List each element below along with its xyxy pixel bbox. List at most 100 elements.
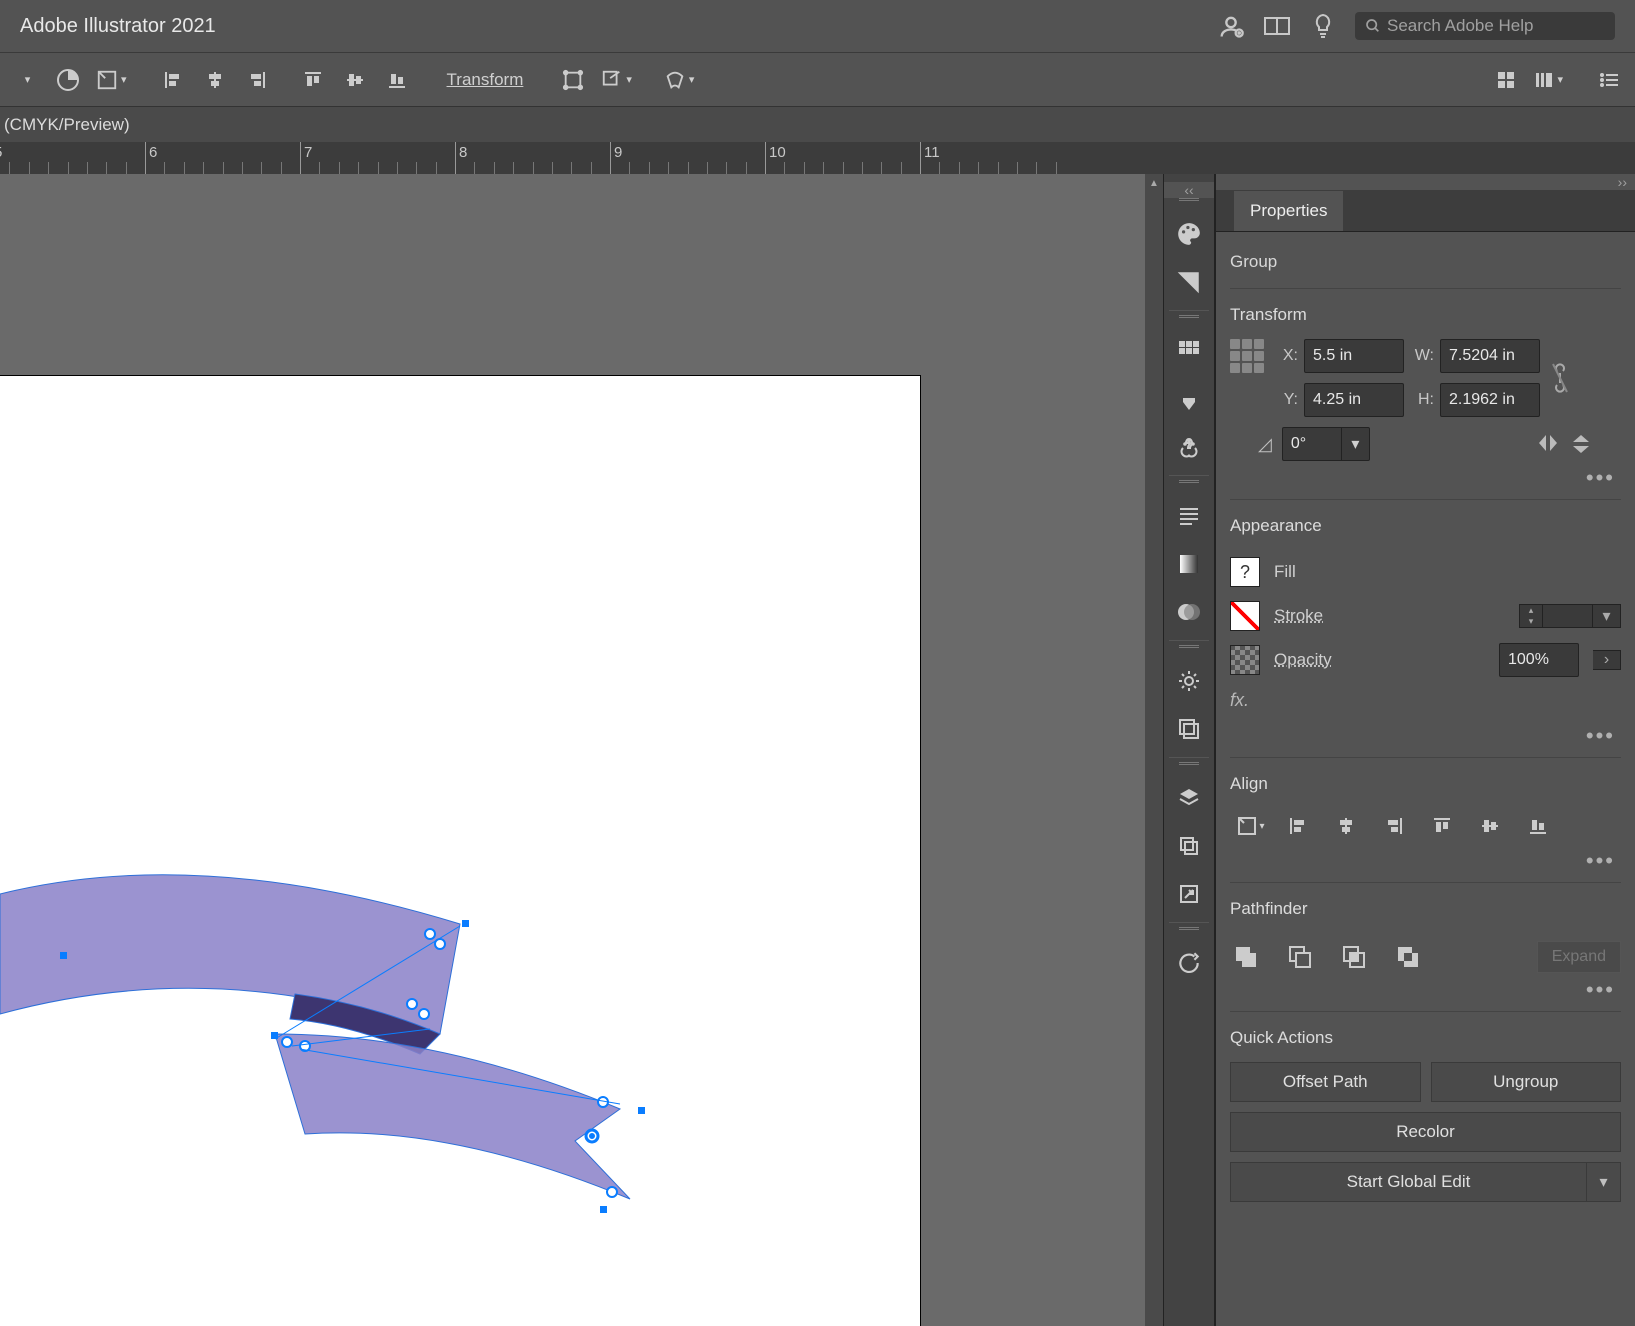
exclude-icon[interactable] [1392, 941, 1424, 973]
transform-section-title: Transform [1230, 305, 1621, 325]
appearance-sun-icon[interactable] [1165, 657, 1213, 705]
align-more[interactable]: ••• [1230, 844, 1621, 878]
mask-icon[interactable]: ▾ [660, 62, 699, 98]
export-icon[interactable] [1165, 870, 1213, 918]
align-hcenter-icon[interactable] [197, 62, 233, 98]
align-to-icon[interactable]: ▾ [1230, 808, 1270, 844]
workspace-switcher-icon[interactable]: ▾ [1530, 62, 1567, 98]
dock-drag-grip[interactable] [1174, 645, 1204, 651]
x-input[interactable]: 5.5 in [1304, 339, 1404, 373]
align-right-icon[interactable] [239, 62, 275, 98]
global-edit-button[interactable]: Start Global Edit [1230, 1162, 1587, 1202]
dropdown-left[interactable]: ▾ [8, 62, 44, 98]
dock-drag-grip[interactable] [1174, 927, 1204, 933]
selection-type: Group [1230, 246, 1621, 284]
align-section-title: Align [1230, 774, 1621, 794]
align-left-icon[interactable] [155, 62, 191, 98]
reference-point[interactable] [1230, 339, 1264, 373]
w-input[interactable]: 7.5204 in [1440, 339, 1540, 373]
align-vcenter-icon[interactable] [337, 62, 373, 98]
align-vcenter-btn[interactable] [1470, 808, 1510, 844]
artboards-icon[interactable] [1165, 822, 1213, 870]
angle-icon: ◿ [1258, 434, 1272, 455]
appearance-more[interactable]: ••• [1230, 719, 1621, 753]
opacity-label[interactable]: Opacity [1274, 650, 1332, 670]
symbols-icon[interactable] [1165, 423, 1213, 471]
dock-drag-grip[interactable] [1174, 198, 1204, 204]
dock-drag-grip[interactable] [1174, 762, 1204, 768]
search-help[interactable]: Search Adobe Help [1355, 12, 1615, 40]
stroke-weight-input[interactable] [1543, 604, 1593, 628]
pathfinder-more[interactable]: ••• [1230, 973, 1621, 1007]
align-bottom-btn[interactable] [1518, 808, 1558, 844]
layers-icon[interactable] [1165, 774, 1213, 822]
align-right-btn[interactable] [1374, 808, 1414, 844]
brushes-icon[interactable] [1165, 375, 1213, 423]
align-bottom-icon[interactable] [379, 62, 415, 98]
canvas-area[interactable]: ▲ [0, 174, 1163, 1326]
h-input[interactable]: 2.1962 in [1440, 383, 1540, 417]
menu-icon[interactable] [1591, 62, 1627, 98]
angle-input[interactable]: 0° [1282, 427, 1342, 461]
horizontal-ruler[interactable]: // placeholder; ruler drawn after data l… [0, 142, 1635, 174]
paragraph-icon[interactable] [1165, 492, 1213, 540]
stroke-weight-dropdown[interactable]: ▾ [1593, 604, 1621, 628]
graphic-styles-icon[interactable] [1165, 705, 1213, 753]
gradient-icon[interactable] [1165, 540, 1213, 588]
doc-setup-icon[interactable]: ▾ [92, 62, 131, 98]
stroke-stepper[interactable]: ▴▾ [1519, 604, 1543, 628]
flip-vertical-icon[interactable] [1571, 433, 1591, 455]
align-hcenter-btn[interactable] [1326, 808, 1366, 844]
transform-more[interactable]: ••• [1230, 461, 1621, 495]
isolate-group-icon[interactable] [555, 62, 591, 98]
panel-collapse[interactable]: ›› [1216, 174, 1635, 190]
stroke-swatch[interactable] [1230, 601, 1260, 631]
grid-icon[interactable] [1165, 327, 1213, 375]
offset-path-button[interactable]: Offset Path [1230, 1062, 1421, 1102]
palette-icon[interactable] [1165, 210, 1213, 258]
constrain-proportions-icon[interactable] [1550, 361, 1570, 395]
opacity-popup[interactable]: › [1593, 650, 1621, 670]
document-tab-bar: (CMYK/Preview) [0, 106, 1635, 142]
swatches-panel-icon[interactable] [1165, 258, 1213, 306]
h-label: H: [1404, 391, 1440, 409]
flip-horizontal-icon[interactable] [1537, 433, 1559, 455]
fill-swatch[interactable]: ? [1230, 557, 1260, 587]
dock-drag-grip[interactable] [1174, 480, 1204, 486]
lightbulb-icon[interactable] [1309, 12, 1337, 40]
align-top-icon[interactable] [295, 62, 331, 98]
y-label: Y: [1274, 391, 1304, 409]
control-bar: ▾ ▾ Transform ▾ ▾ ▾ [0, 52, 1635, 106]
recolor-art-icon[interactable] [50, 62, 86, 98]
unite-icon[interactable] [1230, 941, 1262, 973]
align-left-btn[interactable] [1278, 808, 1318, 844]
ungroup-button[interactable]: Ungroup [1431, 1062, 1622, 1102]
edit-contents-icon[interactable]: ▾ [597, 62, 636, 98]
minus-front-icon[interactable] [1284, 941, 1316, 973]
y-input[interactable]: 4.25 in [1304, 383, 1404, 417]
x-label: X: [1274, 347, 1304, 365]
stroke-label[interactable]: Stroke [1274, 606, 1323, 626]
vertical-scrollbar[interactable]: ▲ [1145, 174, 1163, 1326]
transform-label[interactable]: Transform [439, 62, 532, 98]
quick-actions-title: Quick Actions [1230, 1028, 1621, 1048]
angle-dropdown[interactable]: ▾ [1342, 427, 1370, 461]
recolor-icon[interactable] [1165, 939, 1213, 987]
titlebar: Adobe Illustrator 2021 Search Adobe Help [0, 0, 1635, 52]
user-icon[interactable] [1217, 12, 1245, 40]
fx-button[interactable]: fx. [1230, 682, 1621, 719]
opacity-swatch[interactable] [1230, 645, 1260, 675]
align-top-btn[interactable] [1422, 808, 1462, 844]
dock-collapse[interactable]: ‹‹ [1164, 182, 1214, 198]
transparency-icon[interactable] [1165, 588, 1213, 636]
recolor-button[interactable]: Recolor [1230, 1112, 1621, 1152]
dock-drag-grip[interactable] [1174, 315, 1204, 321]
essentials-icon[interactable] [1488, 62, 1524, 98]
arrange-docs-icon[interactable] [1263, 12, 1291, 40]
global-edit-dropdown[interactable]: ▾ [1587, 1162, 1621, 1202]
properties-tab[interactable]: Properties [1216, 190, 1635, 232]
opacity-input[interactable]: 100% [1499, 643, 1579, 677]
intersect-icon[interactable] [1338, 941, 1370, 973]
panel-dock: ‹‹ [1163, 174, 1215, 1326]
pathfinder-section-title: Pathfinder [1230, 899, 1621, 919]
